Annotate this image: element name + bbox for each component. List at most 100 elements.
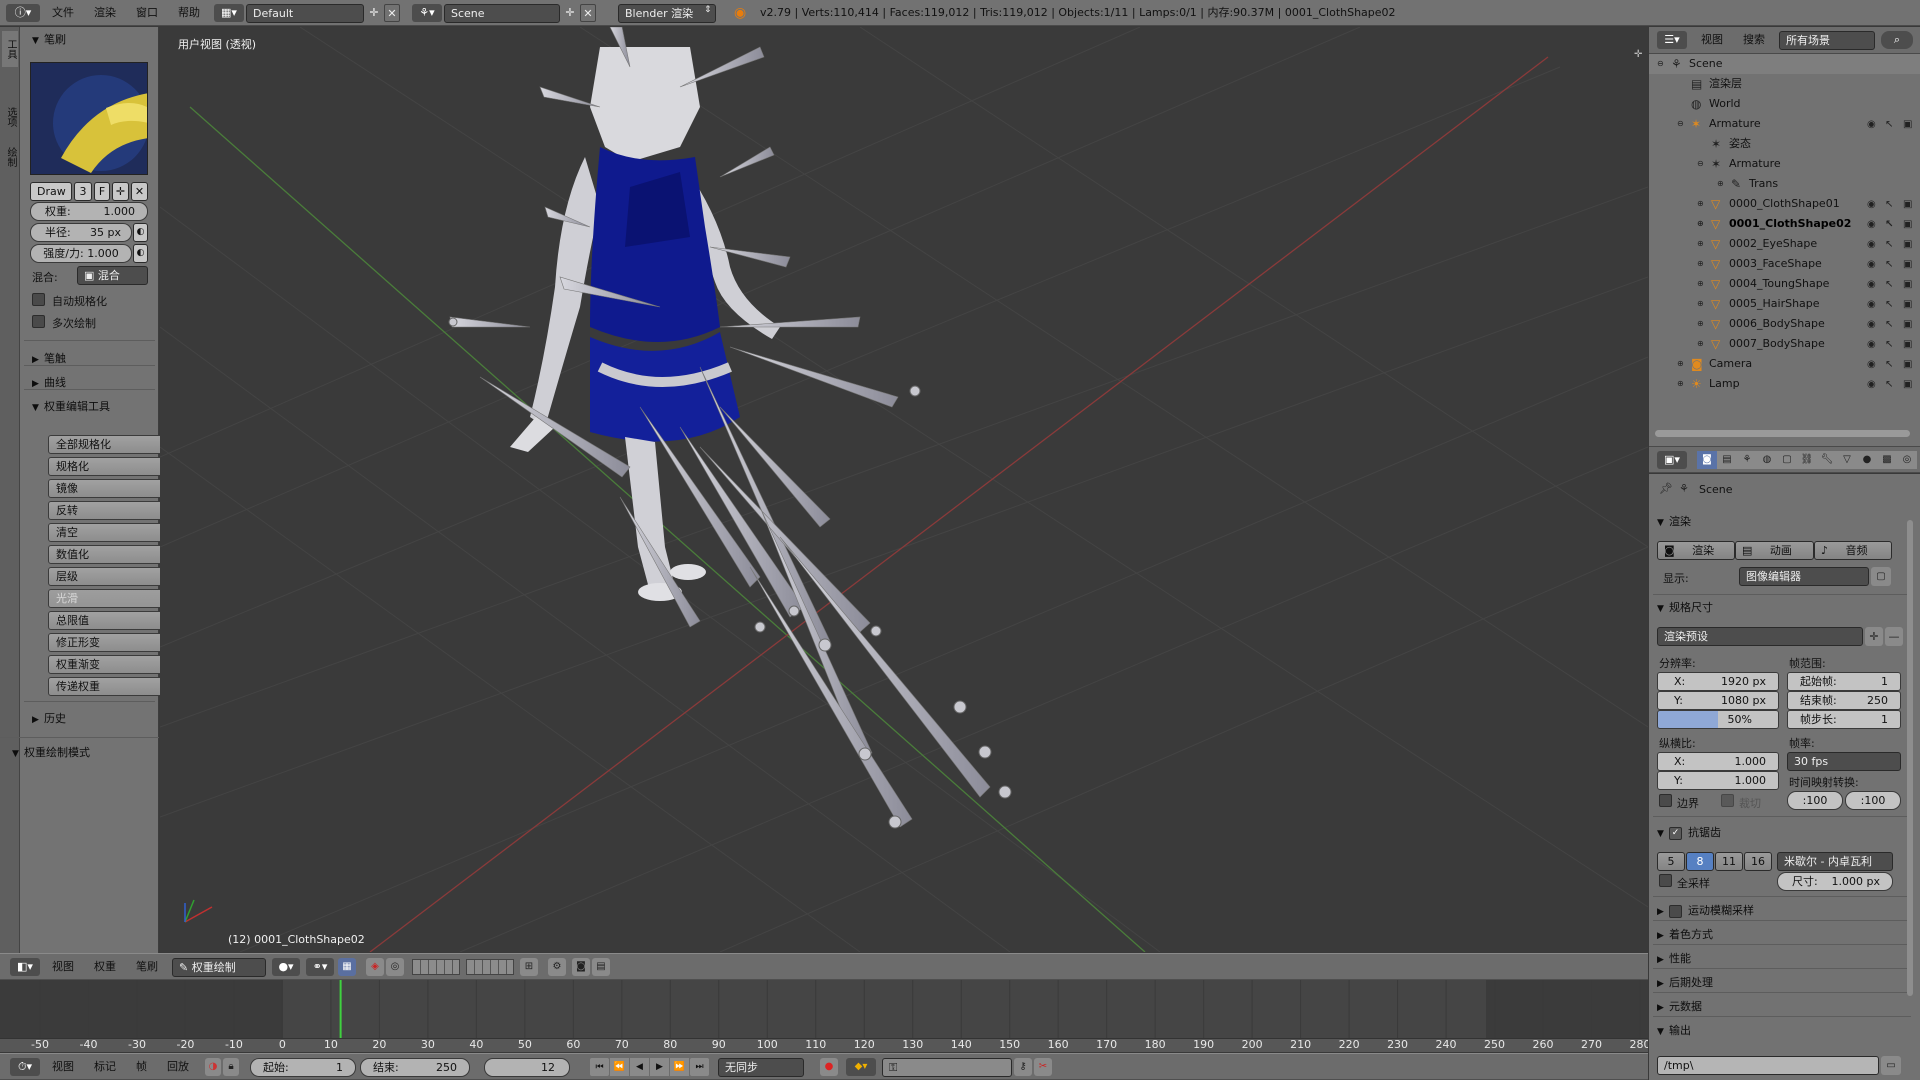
outliner-row[interactable]: ⊖ ✶ Armature ◉ ↖ ▣ [1649,114,1920,134]
render-tab-icon[interactable]: ◙ [1697,451,1717,469]
scene-close-icon[interactable]: ✕ [580,4,596,22]
preset-remove-icon[interactable]: — [1885,627,1903,646]
menu-view[interactable]: 视图 [42,954,84,980]
outliner-row[interactable]: ⊕ ▽ 0006_BodyShape ◉ ↖ ▣ [1649,314,1920,334]
brush-users[interactable]: 3 [74,182,92,201]
render-layers-tab-icon[interactable]: ▤ [1717,451,1737,469]
motion-blur-checkbox[interactable] [1669,904,1682,918]
aspect-x-field[interactable]: X: 1.000 [1657,752,1779,771]
properties-scrollbar[interactable] [1907,520,1913,996]
eye-icon[interactable]: ◉ [1867,279,1878,290]
weight-tool-button[interactable]: 反转 [48,501,170,520]
outliner-row[interactable]: ⊖ ⚘ Scene [1649,54,1920,74]
menu-brush[interactable]: 笔刷 [126,954,168,980]
tl-menu-view[interactable]: 视图 [42,1054,84,1080]
keying-set-icon[interactable]: ◆▾ [846,1058,876,1076]
cursor-icon[interactable]: ↖ [1885,319,1896,330]
pin-icon[interactable]: 📌︎ [1659,482,1673,495]
render-visibility-icon[interactable]: ▣ [1903,379,1914,390]
motion-blur-header[interactable]: ▶ 运动模糊采样 [1657,902,1754,918]
jump-start-icon[interactable]: ⏮ [590,1058,609,1076]
brush-preview[interactable] [30,62,148,175]
info-editor-icon[interactable]: ⓘ▾ [6,4,40,22]
strength-field[interactable]: 强度/力: 1.000 [30,244,132,263]
remap-new-field[interactable]: :100 [1845,791,1901,810]
cursor-icon[interactable]: ↖ [1885,359,1896,370]
object-tab-icon[interactable]: ▢ [1777,451,1797,469]
tab-tools[interactable]: 工具 [2,31,18,67]
render-visibility-icon[interactable]: ▣ [1903,319,1914,330]
radius-field[interactable]: 半径: 35 px [30,223,132,242]
full-sample-checkbox[interactable] [1659,874,1672,887]
radius-pressure-icon[interactable]: ◐ [133,223,148,242]
scene-tab-icon[interactable]: ⚘ [1737,451,1757,469]
aspect-y-field[interactable]: Y: 1.000 [1657,771,1779,790]
expand-icon[interactable]: ⊕ [1697,314,1704,334]
crop-checkbox[interactable] [1721,794,1734,807]
render-visibility-icon[interactable]: ▣ [1903,219,1914,230]
weight-tools-section-header[interactable]: ▼ 权重编辑工具 [32,398,110,414]
insert-key-icon[interactable]: ⚷ [1014,1058,1032,1076]
outliner-menu-search[interactable]: 搜索 [1733,27,1775,53]
cursor-icon[interactable]: ↖ [1885,339,1896,350]
end-frame-field[interactable]: 结束: 250 [360,1058,470,1077]
postprocess-header[interactable]: ▶ 后期处理 [1657,974,1713,990]
render-visibility-icon[interactable]: ▣ [1903,299,1914,310]
render-preview-icon[interactable]: ⚙ [548,958,566,976]
render-button[interactable]: ◙ 渲染 [1657,541,1735,560]
expand-icon[interactable]: ⊖ [1657,54,1664,74]
weight-tool-button[interactable]: 层级 [48,567,170,586]
weight-tool-button[interactable]: 数值化 [48,545,170,564]
weight-tool-button[interactable]: 权重渐变 [48,655,170,674]
play-icon[interactable]: ▶ [650,1058,669,1076]
prev-keyframe-icon[interactable]: ⏪ [610,1058,629,1076]
render-anim-icon[interactable]: ▤ [592,958,610,976]
current-frame-field[interactable]: 12 [484,1058,570,1077]
properties-editor-icon[interactable]: ▣▾ [1657,451,1687,469]
expand-icon[interactable]: ⊕ [1697,334,1704,354]
outliner-scrollbar[interactable] [1655,430,1910,437]
tl-menu-frame[interactable]: 帧 [126,1054,157,1080]
sync-select[interactable]: 无同步 [718,1058,804,1077]
performance-header[interactable]: ▶ 性能 [1657,950,1691,966]
physics-tab-icon[interactable]: ◎ [1897,451,1917,469]
render-engine-select[interactable]: Blender 渲染 [618,4,716,23]
strength-pressure-icon[interactable]: ◐ [133,244,148,263]
start-frame-prop[interactable]: 起始帧: 1 [1787,672,1901,691]
weight-field[interactable]: 权重: 1.000 [30,202,148,221]
auto-normalize-checkbox[interactable] [32,293,45,306]
editor-type-icon[interactable]: ◧▾ [10,958,40,976]
eye-icon[interactable]: ◉ [1867,219,1878,230]
shading-header[interactable]: ▶ 着色方式 [1657,926,1713,942]
outliner-row[interactable]: ⊕ ◙ Camera ◉ ↖ ▣ [1649,354,1920,374]
multi-paint-checkbox[interactable] [32,315,45,328]
res-percent-field[interactable]: 50% [1657,710,1779,729]
output-header[interactable]: ▼ 输出 [1657,1022,1691,1038]
tab-options[interactable]: 选项 [2,99,18,135]
outliner-row[interactable]: ⊕ ▽ 0007_BodyShape ◉ ↖ ▣ [1649,334,1920,354]
layers-grid-1[interactable] [412,959,460,975]
tl-menu-marker[interactable]: 标记 [84,1054,126,1080]
brush-fake-user[interactable]: F [94,182,110,201]
weight-tool-button[interactable]: 总限值 [48,611,170,630]
scene-icon[interactable]: ⚘▾ [412,4,442,22]
material-tab-icon[interactable]: ● [1857,451,1877,469]
output-folder-icon[interactable]: ▭ [1881,1056,1901,1075]
display-lock-icon[interactable]: ▢ [1871,567,1891,586]
weight-tool-button[interactable]: 光滑 [48,589,170,608]
brush-name-field[interactable]: Draw [30,182,72,201]
record-icon[interactable]: ● [820,1058,838,1076]
outliner-row[interactable]: ⊕ ▽ 0000_ClothShape01 ◉ ↖ ▣ [1649,194,1920,214]
mode-select[interactable]: ✎ 权重绘制 [172,958,266,977]
layout-select[interactable]: Default [246,4,364,23]
display-select[interactable]: 图像编辑器 [1739,567,1869,586]
outliner-row[interactable]: ⊕ ▽ 0002_EyeShape ◉ ↖ ▣ [1649,234,1920,254]
frame-step-prop[interactable]: 帧步长: 1 [1787,710,1901,729]
data-tab-icon[interactable]: ▽ [1837,451,1857,469]
play-reverse-icon[interactable]: ◀ [630,1058,649,1076]
aa-sample-button[interactable]: 8 [1686,852,1714,871]
brush-unlink-icon[interactable]: ✕ [131,182,148,201]
scene-add-icon[interactable]: ✛ [562,4,578,22]
render-visibility-icon[interactable]: ▣ [1903,259,1914,270]
cursor-icon[interactable]: ↖ [1885,299,1896,310]
